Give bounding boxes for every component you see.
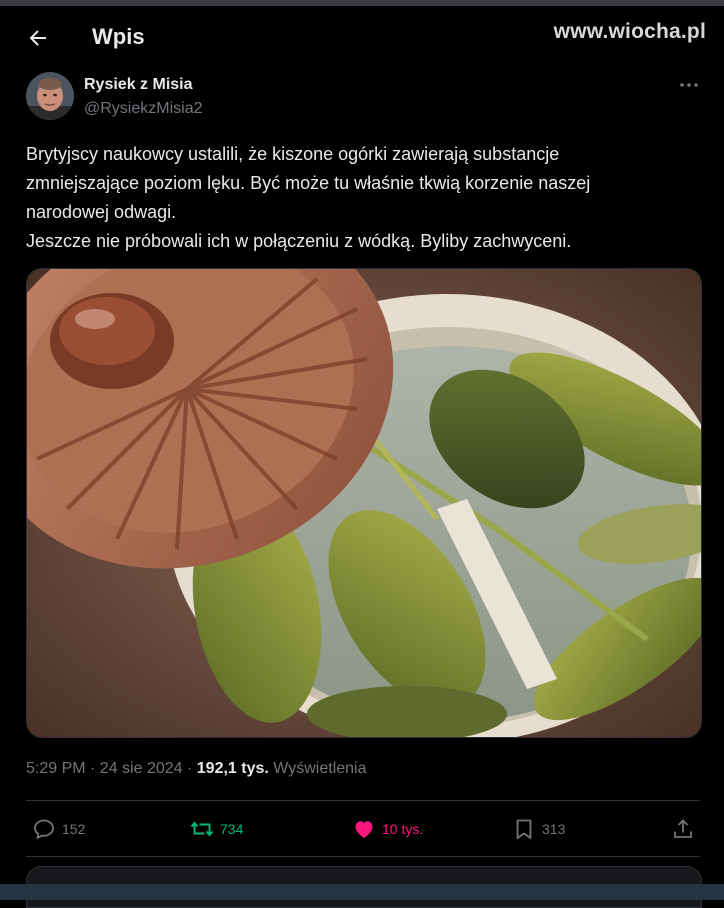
speech-bubble-icon [34,819,54,839]
tweet-text-line: Brytyjscy naukowcy ustalili, że kiszone … [26,144,560,164]
views-count: 192,1 tys. [196,760,269,777]
page-header: Wpis www.wiocha.pl [0,6,724,66]
heart-icon [355,821,373,838]
like-count: 10 tys. [382,821,424,837]
retweet-arrows-icon [190,821,214,837]
watermark-text: www.wiocha.pl [553,20,706,43]
author-name[interactable]: Rysiek z Misia [84,76,193,94]
reply-count: 152 [62,821,86,837]
share-upload-icon [674,819,692,838]
bookmark-icon [516,819,532,839]
retweet-count: 734 [220,821,244,837]
tweet-meta: 5:29 PM · 24 sie 2024 · 192,1 tys. Wyświ… [26,760,367,778]
tweet-text-line: narodowej odwagi. [26,202,177,222]
retweet-button[interactable]: 734 [190,816,243,842]
page-title: Wpis [92,24,145,49]
author-handle[interactable]: @RysiekzMisia2 [84,100,202,118]
like-button[interactable]: 10 tys. [352,816,423,842]
more-dots-icon[interactable] [678,76,700,94]
views-label: Wyświetlenia [273,760,367,777]
avatar[interactable] [26,72,74,120]
divider [26,800,700,801]
reply-button[interactable]: 152 [32,816,85,842]
tweet-photo-pickles-crock[interactable] [26,268,702,738]
screen-bottom-bar [0,884,724,900]
tweet-text-line: zmniejszające poziom lęku. Być może tu w… [26,173,591,193]
tweet-text: Brytyjscy naukowcy ustalili, że kiszone … [26,140,686,256]
tweet-timestamp[interactable]: 5:29 PM · 24 sie 2024 · [26,760,192,777]
bookmark-count: 313 [542,821,566,837]
divider [26,856,700,857]
tweet-text-line: Jeszcze nie próbowali ich w połączeniu z… [26,231,572,251]
share-button[interactable] [671,816,695,842]
arrow-left-icon[interactable] [26,26,50,50]
bookmark-button[interactable]: 313 [512,816,565,842]
